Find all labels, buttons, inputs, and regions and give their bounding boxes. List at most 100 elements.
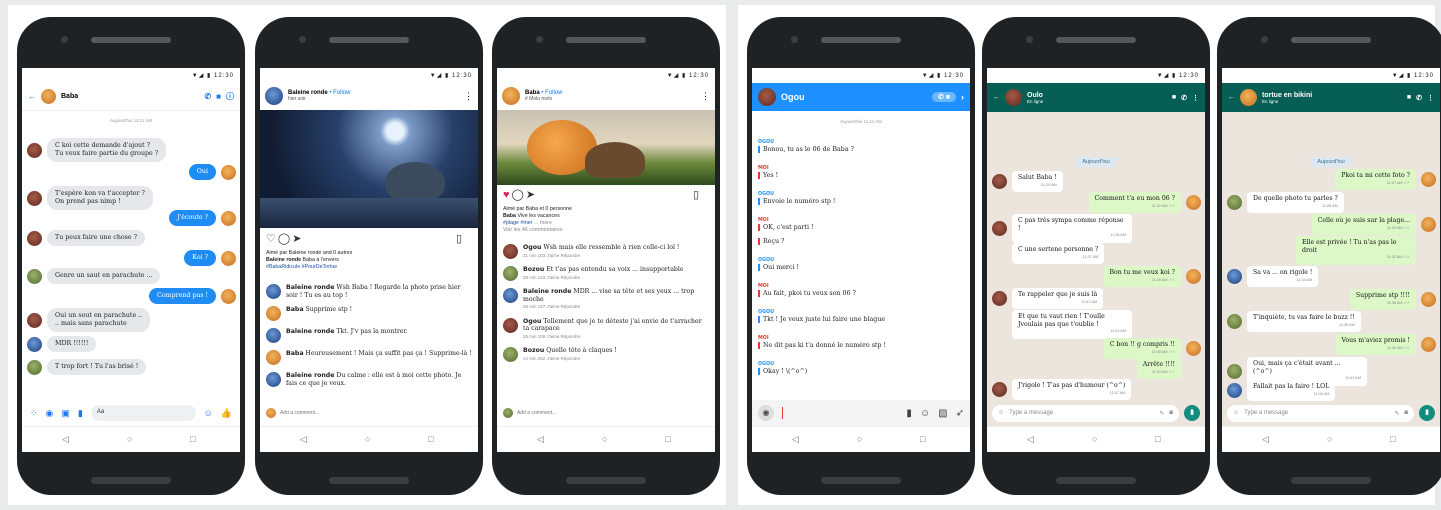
hashtags[interactable]: #plage #mer	[503, 220, 532, 226]
more-link[interactable]: ... more	[534, 220, 552, 226]
recent-icon[interactable]: □	[665, 434, 670, 444]
back-icon[interactable]: ◁	[537, 434, 544, 445]
home-icon[interactable]: ○	[1092, 434, 1097, 444]
composer-bar: ◉ ▮ ☺ ▧ ➶	[752, 400, 970, 426]
message-input[interactable]: Aa	[90, 405, 196, 421]
comment-author[interactable]: Baleine ronde	[286, 328, 334, 335]
rocket-icon[interactable]: ➶	[956, 408, 964, 419]
grid-icon[interactable]: ⁘	[30, 408, 38, 419]
share-icon[interactable]: ➤	[292, 233, 303, 245]
hashtags[interactable]: #BabaRidicule #PourDeTortue	[266, 264, 472, 271]
message-input[interactable]	[782, 407, 898, 419]
more-icon[interactable]: ⋮	[1427, 94, 1434, 102]
comment: Baleine ronde Tkt. J'v pas la montrer.	[266, 328, 472, 343]
comment-author[interactable]: Baleine ronde	[286, 372, 334, 379]
avatar	[1227, 195, 1242, 210]
avatar	[758, 88, 776, 106]
view-all-comments[interactable]: Voir les 46 commentaires	[503, 227, 709, 234]
more-icon[interactable]: ⋮	[701, 91, 710, 102]
chat-line: OGOU Tkt ! Je veux juste lui faire une bl…	[758, 310, 964, 323]
back-icon[interactable]: ◁	[62, 434, 69, 445]
recent-icon[interactable]: □	[428, 434, 433, 444]
back-icon[interactable]: ◁	[300, 434, 307, 445]
mic-icon[interactable]: ▮	[1184, 405, 1200, 421]
bookmark-icon[interactable]: ▯	[693, 188, 701, 201]
message-time: 11:38 AM ✓✓	[1386, 300, 1410, 305]
emoji-icon[interactable]: ☺	[920, 408, 930, 419]
android-nav: ◁ ○ □	[260, 426, 478, 452]
back-icon[interactable]: ◁	[1027, 434, 1034, 445]
status-time: 12:30	[1178, 73, 1199, 79]
home-icon[interactable]: ○	[1327, 434, 1332, 444]
back-arrow-icon[interactable]: ←	[28, 92, 36, 101]
attach-icon[interactable]: ✎	[1394, 410, 1399, 417]
camera-icon[interactable]: ◉	[758, 405, 774, 421]
bookmark-icon[interactable]: ▯	[456, 232, 464, 245]
recent-icon[interactable]: □	[920, 434, 925, 444]
video-icon[interactable]: ■	[216, 92, 221, 101]
chat-line: OGOU Envoie le numéro stp !	[758, 192, 964, 205]
add-comment[interactable]: Add a comment...	[503, 408, 556, 418]
share-icon[interactable]: ➤	[526, 189, 537, 201]
bottom-speaker	[821, 477, 901, 484]
mic-icon[interactable]: ▮	[78, 408, 83, 419]
message-input[interactable]: ☺ Type a message ✎ ◙	[992, 404, 1179, 422]
home-icon[interactable]: ○	[365, 434, 370, 444]
sticker-icon[interactable]: ▧	[938, 408, 947, 419]
call-video-icon[interactable]: ✆ ■	[931, 92, 956, 102]
caption-author[interactable]: Baba	[503, 213, 516, 219]
message-row: Sa va ... on rigole ! 11:34 AM	[1227, 266, 1319, 287]
mic-icon[interactable]: ▮	[1419, 405, 1435, 421]
back-arrow-icon[interactable]: ←	[1228, 94, 1235, 101]
recent-icon[interactable]: □	[1155, 434, 1160, 444]
home-icon[interactable]: ○	[127, 434, 132, 444]
caption-author[interactable]: Baleine ronde	[266, 257, 301, 263]
mic-icon[interactable]: ▮	[906, 408, 912, 419]
camera-icon[interactable]: ◙	[1404, 410, 1408, 416]
info-icon[interactable]: ⓘ	[226, 91, 234, 102]
back-arrow-icon[interactable]: ←	[993, 94, 1000, 101]
comment-author[interactable]: Ogou	[523, 244, 541, 251]
chevron-right-icon[interactable]: ›	[961, 92, 964, 102]
emoji-icon[interactable]: ☺	[1233, 410, 1239, 416]
recent-icon[interactable]: □	[1390, 434, 1395, 444]
comment-author[interactable]: Baba	[286, 350, 304, 357]
video-icon[interactable]: ■	[1172, 94, 1176, 101]
image-icon[interactable]: ▣	[61, 408, 70, 419]
recent-icon[interactable]: □	[190, 434, 195, 444]
emoji-icon[interactable]: ☺	[998, 410, 1004, 416]
comment-author[interactable]: Bozou	[523, 347, 544, 354]
back-icon[interactable]: ◁	[792, 434, 799, 445]
attach-icon[interactable]: ✎	[1159, 410, 1164, 417]
message-input[interactable]: ☺ Type a message ✎ ◙	[1227, 404, 1414, 422]
follow-link[interactable]: • Follow	[329, 90, 350, 96]
comment-author[interactable]: Baleine ronde	[286, 284, 334, 291]
android-nav: ◁ ○ □	[752, 426, 970, 452]
phone-icon[interactable]: ✆	[204, 92, 211, 101]
comment-author[interactable]: Bozou	[523, 266, 544, 273]
phone-icon[interactable]: ✆	[1181, 94, 1187, 102]
camera-icon[interactable]: ◉	[46, 408, 54, 419]
message-bubble: C pas très sympa comme réponse ! 11:36 AM	[1012, 214, 1132, 243]
like-icon[interactable]: 👍	[221, 408, 232, 419]
comment-author[interactable]: Baleine ronde	[523, 288, 571, 295]
emoji-icon[interactable]: ☺	[204, 408, 213, 418]
home-icon[interactable]: ○	[857, 434, 862, 444]
comment-author[interactable]: Ogou	[523, 318, 541, 325]
phone-icon[interactable]: ✆	[1416, 94, 1422, 102]
add-comment[interactable]: Add a comment...	[266, 408, 319, 418]
comment-icon[interactable]: ◯	[512, 189, 526, 201]
comment-author[interactable]: Baba	[286, 306, 304, 313]
home-icon[interactable]: ○	[602, 434, 607, 444]
comment-icon[interactable]: ◯	[278, 233, 292, 245]
more-icon[interactable]: ⋮	[464, 91, 473, 102]
message-bubble: Koi ?	[184, 250, 216, 266]
camera-icon[interactable]: ◙	[1169, 410, 1173, 416]
more-icon[interactable]: ⋮	[1192, 94, 1199, 102]
heart-icon[interactable]: ♥	[503, 189, 512, 201]
video-icon[interactable]: ■	[1407, 94, 1411, 101]
message-row: Comment t'a eu mon 06 ? 11:32 AM ✓✓	[1088, 192, 1201, 213]
back-icon[interactable]: ◁	[1262, 434, 1269, 445]
message-row: Oui	[188, 164, 236, 180]
heart-icon[interactable]: ♡	[266, 233, 278, 245]
